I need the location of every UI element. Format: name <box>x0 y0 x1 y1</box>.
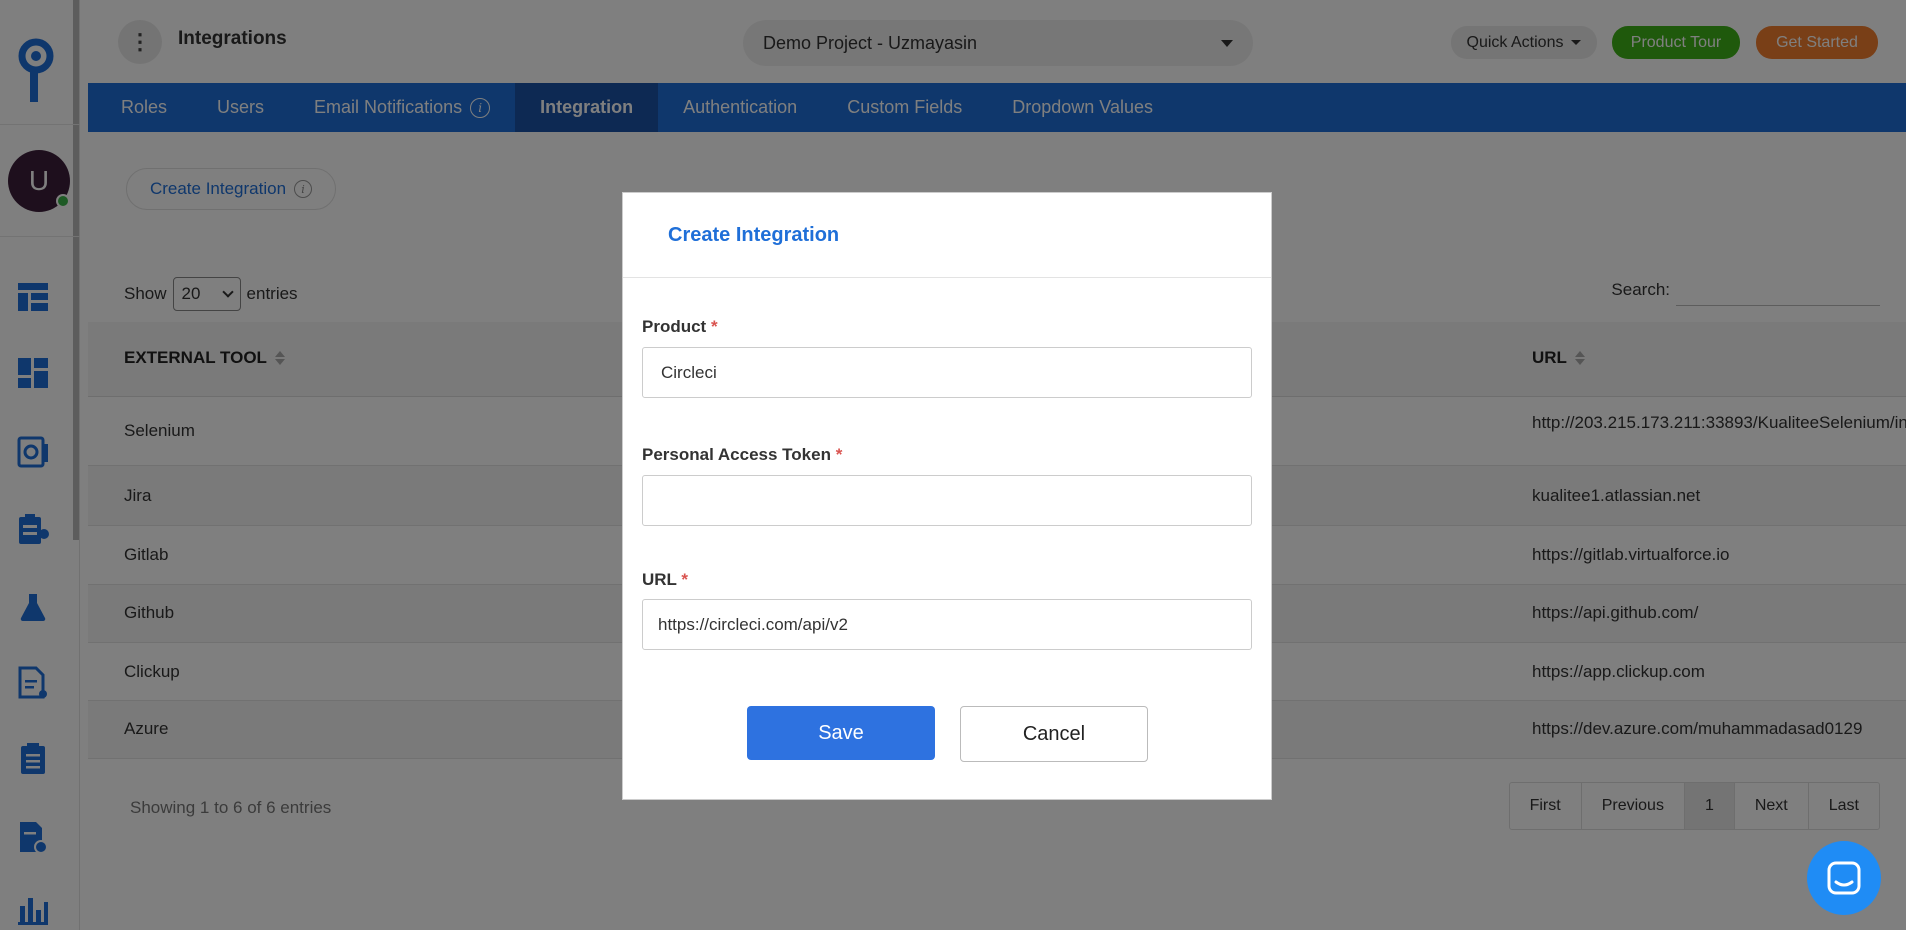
product-label-text: Product <box>642 317 707 336</box>
url-label-text: URL <box>642 570 677 589</box>
token-label-text: Personal Access Token <box>642 445 831 464</box>
personal-access-token-input[interactable] <box>642 475 1252 526</box>
product-select-value: Circleci <box>661 362 717 382</box>
modal-header: Create Integration <box>623 193 1271 278</box>
required-mark: * <box>835 445 843 464</box>
url-label: URL * <box>642 570 688 590</box>
create-integration-modal: Create Integration Product * Circleci Pe… <box>622 192 1272 800</box>
save-button[interactable]: Save <box>747 706 935 760</box>
personal-access-token-label: Personal Access Token * <box>642 445 842 465</box>
url-input[interactable]: https://circleci.com/api/v2 <box>642 599 1252 650</box>
required-mark: * <box>710 317 718 336</box>
url-input-value: https://circleci.com/api/v2 <box>658 614 848 634</box>
chat-launcher-button[interactable] <box>1807 841 1881 915</box>
cancel-button[interactable]: Cancel <box>960 706 1148 762</box>
required-mark: * <box>681 570 688 589</box>
product-select[interactable]: Circleci <box>642 347 1252 398</box>
chat-icon <box>1827 861 1861 895</box>
product-label: Product * <box>642 317 718 337</box>
modal-title: Create Integration <box>668 223 840 246</box>
